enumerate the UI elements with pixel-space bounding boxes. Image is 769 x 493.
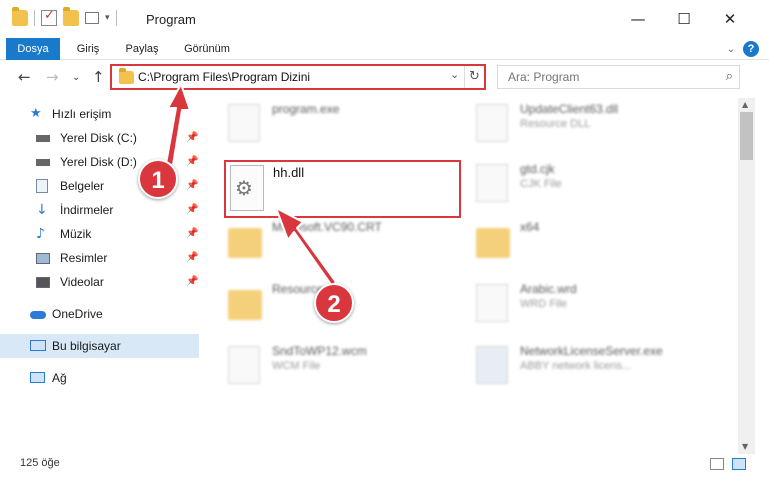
callout-badge-1: 1: [138, 159, 178, 199]
arrow-2: [275, 207, 337, 287]
callout-badge-2: 2: [314, 283, 354, 323]
annotation-arrows: [165, 83, 337, 287]
arrow-1: [165, 83, 191, 166]
